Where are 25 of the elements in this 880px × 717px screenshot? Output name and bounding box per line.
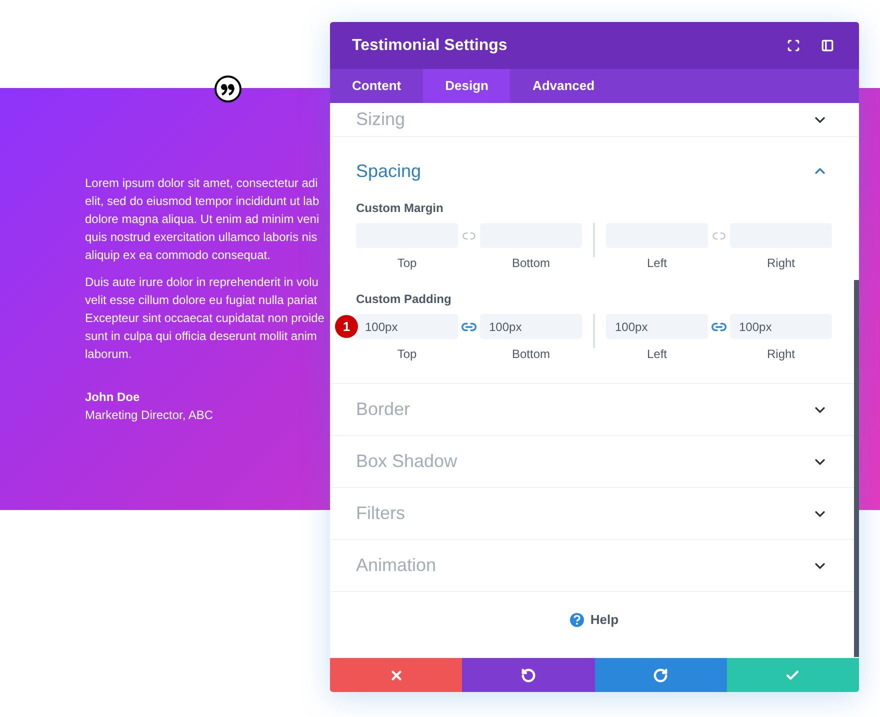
- input-field[interactable]: 100px: [730, 314, 832, 339]
- field-caption: Bottom: [512, 255, 550, 272]
- group-label: Custom Margin: [356, 200, 444, 217]
- step-badge: 1: [335, 315, 358, 338]
- field-caption: Right: [766, 255, 795, 272]
- author-position: Marketing Director, ABC: [85, 407, 214, 424]
- field-caption: Top: [397, 255, 417, 272]
- field-caption: Bottom: [512, 346, 550, 363]
- field-caption: Right: [766, 346, 795, 363]
- input-field[interactable]: 100px: [480, 314, 582, 339]
- section-title[interactable]: Spacing: [356, 158, 812, 184]
- panel-tab[interactable]: Advanced: [510, 69, 617, 103]
- panel-tab[interactable]: Design: [423, 69, 510, 103]
- help-button[interactable]: Help: [570, 610, 619, 630]
- field-caption: Left: [646, 255, 667, 272]
- testimonial-paragraph: Duis aute irure dolor in reprehenderit in volu velit esse cillum dolore eu fugiat nulla pariat Excepteur sint occaecat cupidatat non proide sunt in culpa qui officia deserunt mollit anim laborum.: [85, 274, 324, 363]
- field-caption: Top: [397, 346, 417, 363]
- author-name: John Doe: [85, 389, 140, 406]
- testimonial-paragraph: Lorem ipsum dolor sit amet, consectetur adi elit, sed do eiusmod tempor incididunt ut lab dolore magna aliqua. Ut enim ad minim veni quis nostrud exercitation ullamco laboris nis aliquip ex ea commodo consequat.: [85, 175, 320, 264]
- group-label: Custom Padding: [356, 291, 452, 308]
- panel-title: Testimonial Settings: [352, 36, 508, 56]
- input-field[interactable]: 100px: [606, 314, 708, 339]
- panel-tab[interactable]: Content: [330, 69, 424, 103]
- field-caption: Left: [646, 346, 667, 363]
- input-field[interactable]: 100px: [356, 314, 458, 339]
